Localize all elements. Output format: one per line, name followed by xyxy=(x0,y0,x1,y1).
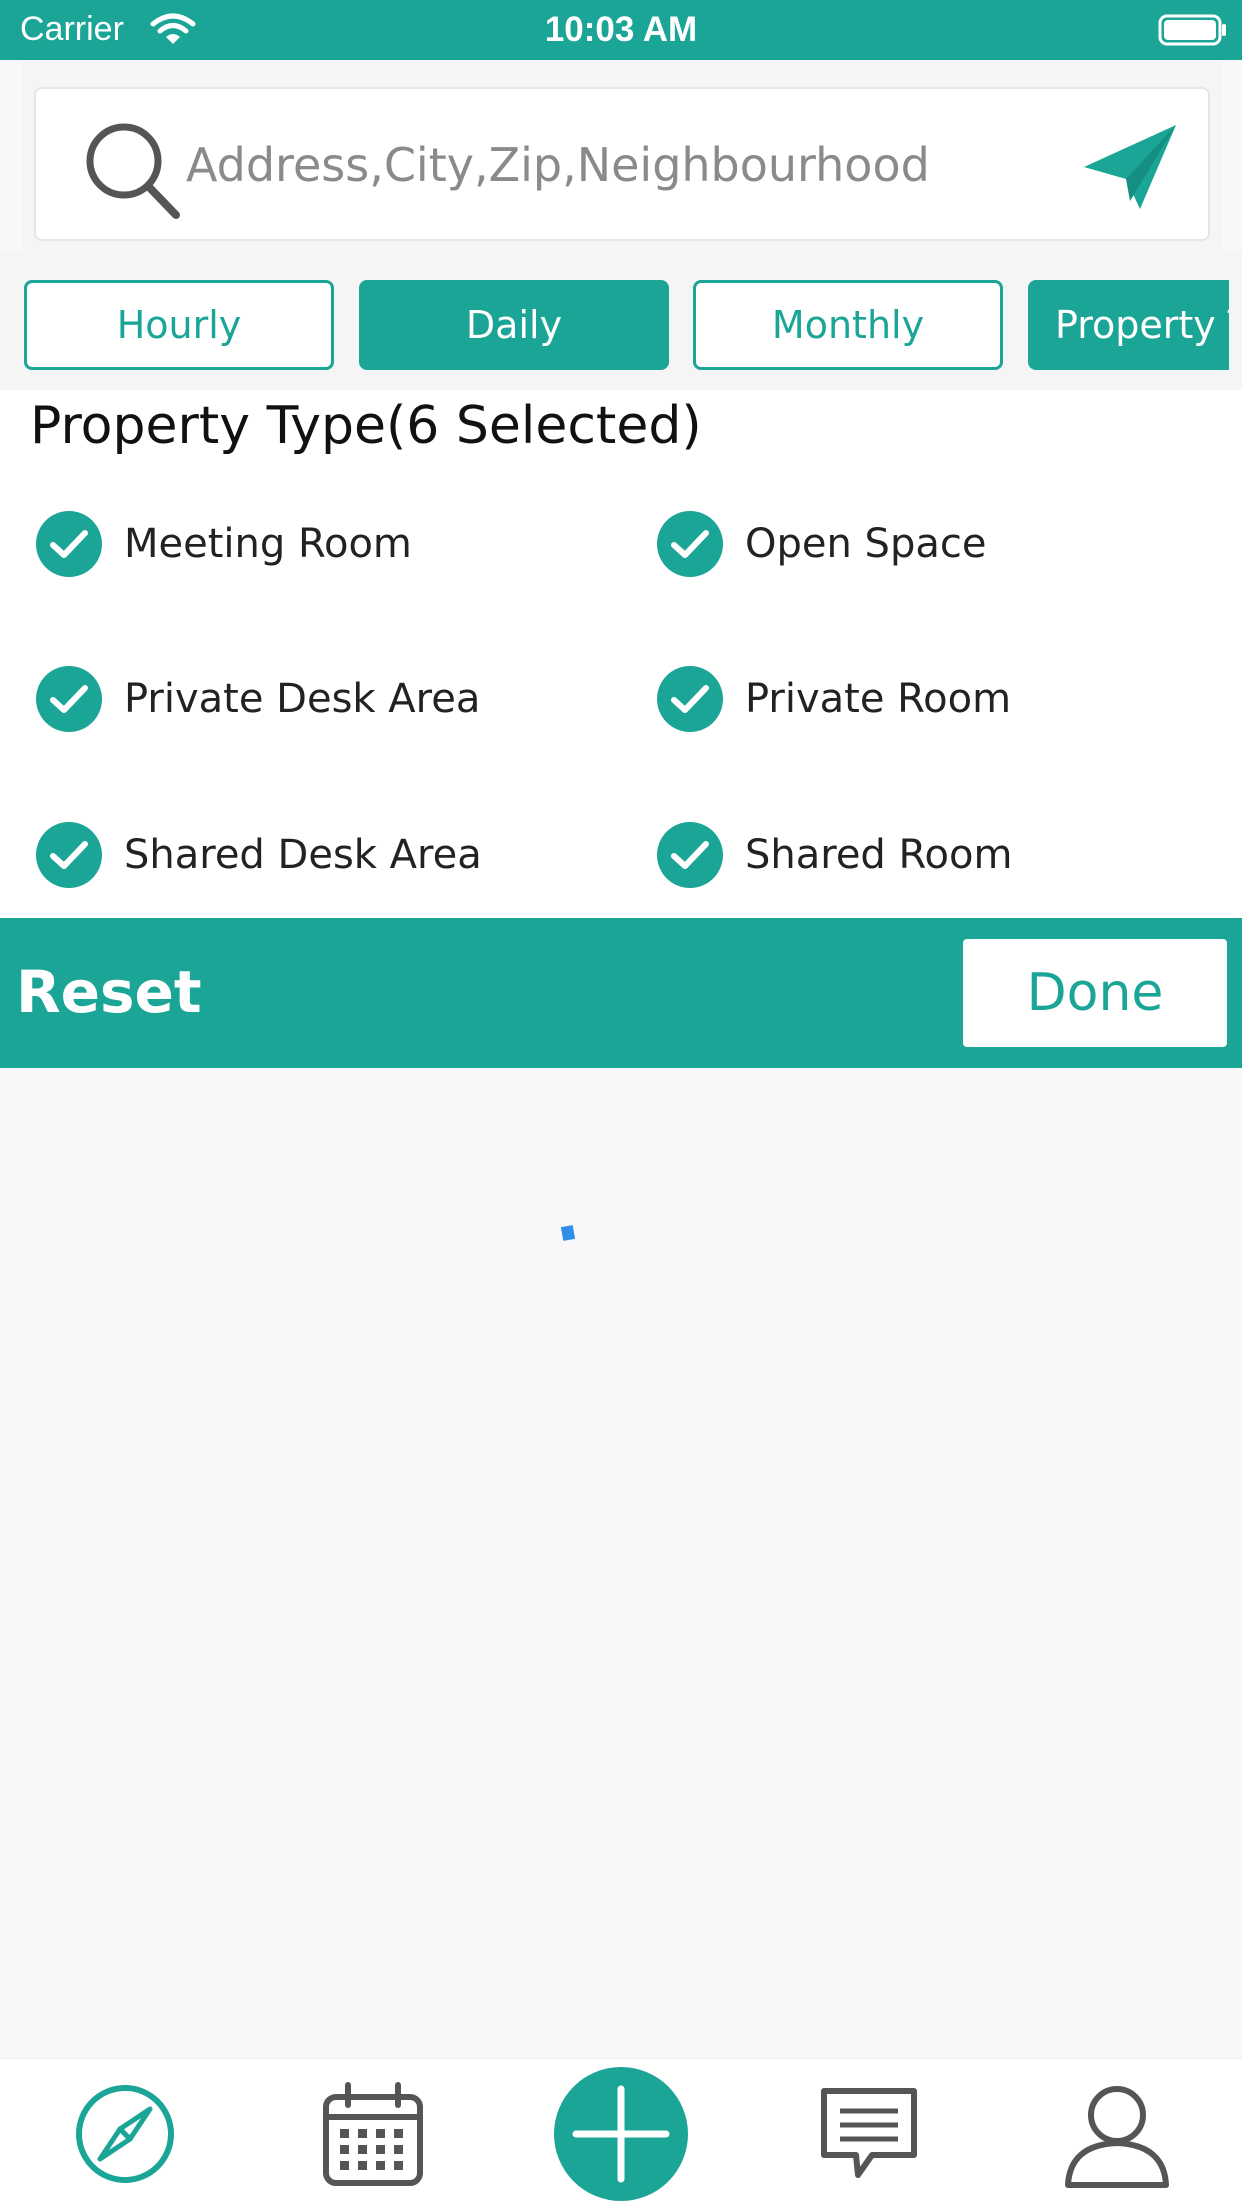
loading-spinner xyxy=(560,1225,576,1241)
option-label: Open Space xyxy=(745,521,987,567)
option-meeting-room[interactable]: Meeting Room xyxy=(36,504,412,584)
calendar-icon[interactable] xyxy=(318,2079,428,2189)
tab-monthly[interactable]: Monthly xyxy=(693,280,1003,370)
status-time: 10:03 AM xyxy=(544,10,698,49)
filter-action-bar: Reset Done xyxy=(0,918,1242,1068)
filter-tabs: Hourly Daily Monthly Property T xyxy=(0,252,1242,390)
property-type-panel: Property Type(6 Selected) Meeting Room O… xyxy=(0,390,1242,918)
add-button[interactable] xyxy=(554,2067,688,2201)
check-icon xyxy=(657,511,723,577)
property-type-title: Property Type(6 Selected) xyxy=(30,396,702,456)
check-icon xyxy=(657,666,723,732)
check-icon xyxy=(657,822,723,888)
profile-icon[interactable] xyxy=(1062,2079,1172,2189)
tab-monthly-label: Monthly xyxy=(771,303,925,347)
status-bar: Carrier 10:03 AM xyxy=(0,0,1242,60)
check-icon xyxy=(36,822,102,888)
tab-property-type-label: Property T xyxy=(1055,303,1229,347)
search-container xyxy=(22,62,1222,252)
reset-button[interactable]: Reset xyxy=(16,958,202,1026)
option-label: Shared Room xyxy=(745,832,1013,878)
tab-daily-label: Daily xyxy=(465,303,563,347)
compass-icon[interactable] xyxy=(70,2079,180,2189)
option-label: Shared Desk Area xyxy=(124,832,482,878)
search-box xyxy=(34,87,1210,241)
option-label: Private Desk Area xyxy=(124,676,481,722)
option-label: Private Room xyxy=(745,676,1012,722)
add-icon xyxy=(572,2085,670,2183)
bottom-nav xyxy=(0,2058,1242,2208)
option-shared-room[interactable]: Shared Room xyxy=(657,815,1012,895)
option-shared-desk-area[interactable]: Shared Desk Area xyxy=(36,815,482,895)
option-private-room[interactable]: Private Room xyxy=(657,659,1011,739)
search-input[interactable] xyxy=(186,115,1066,215)
option-private-desk-area[interactable]: Private Desk Area xyxy=(36,659,480,739)
done-button[interactable]: Done xyxy=(963,939,1227,1047)
send-location-icon[interactable] xyxy=(1078,117,1188,217)
tab-hourly-label: Hourly xyxy=(116,303,242,347)
option-open-space[interactable]: Open Space xyxy=(657,504,986,584)
search-icon xyxy=(86,123,180,219)
check-icon xyxy=(36,511,102,577)
tab-property-type[interactable]: Property T xyxy=(1028,280,1229,370)
option-label: Meeting Room xyxy=(124,521,412,567)
chat-icon[interactable] xyxy=(814,2079,924,2189)
battery-icon xyxy=(1158,14,1226,46)
check-icon xyxy=(36,666,102,732)
tab-daily[interactable]: Daily xyxy=(359,280,669,370)
tab-hourly[interactable]: Hourly xyxy=(24,280,334,370)
